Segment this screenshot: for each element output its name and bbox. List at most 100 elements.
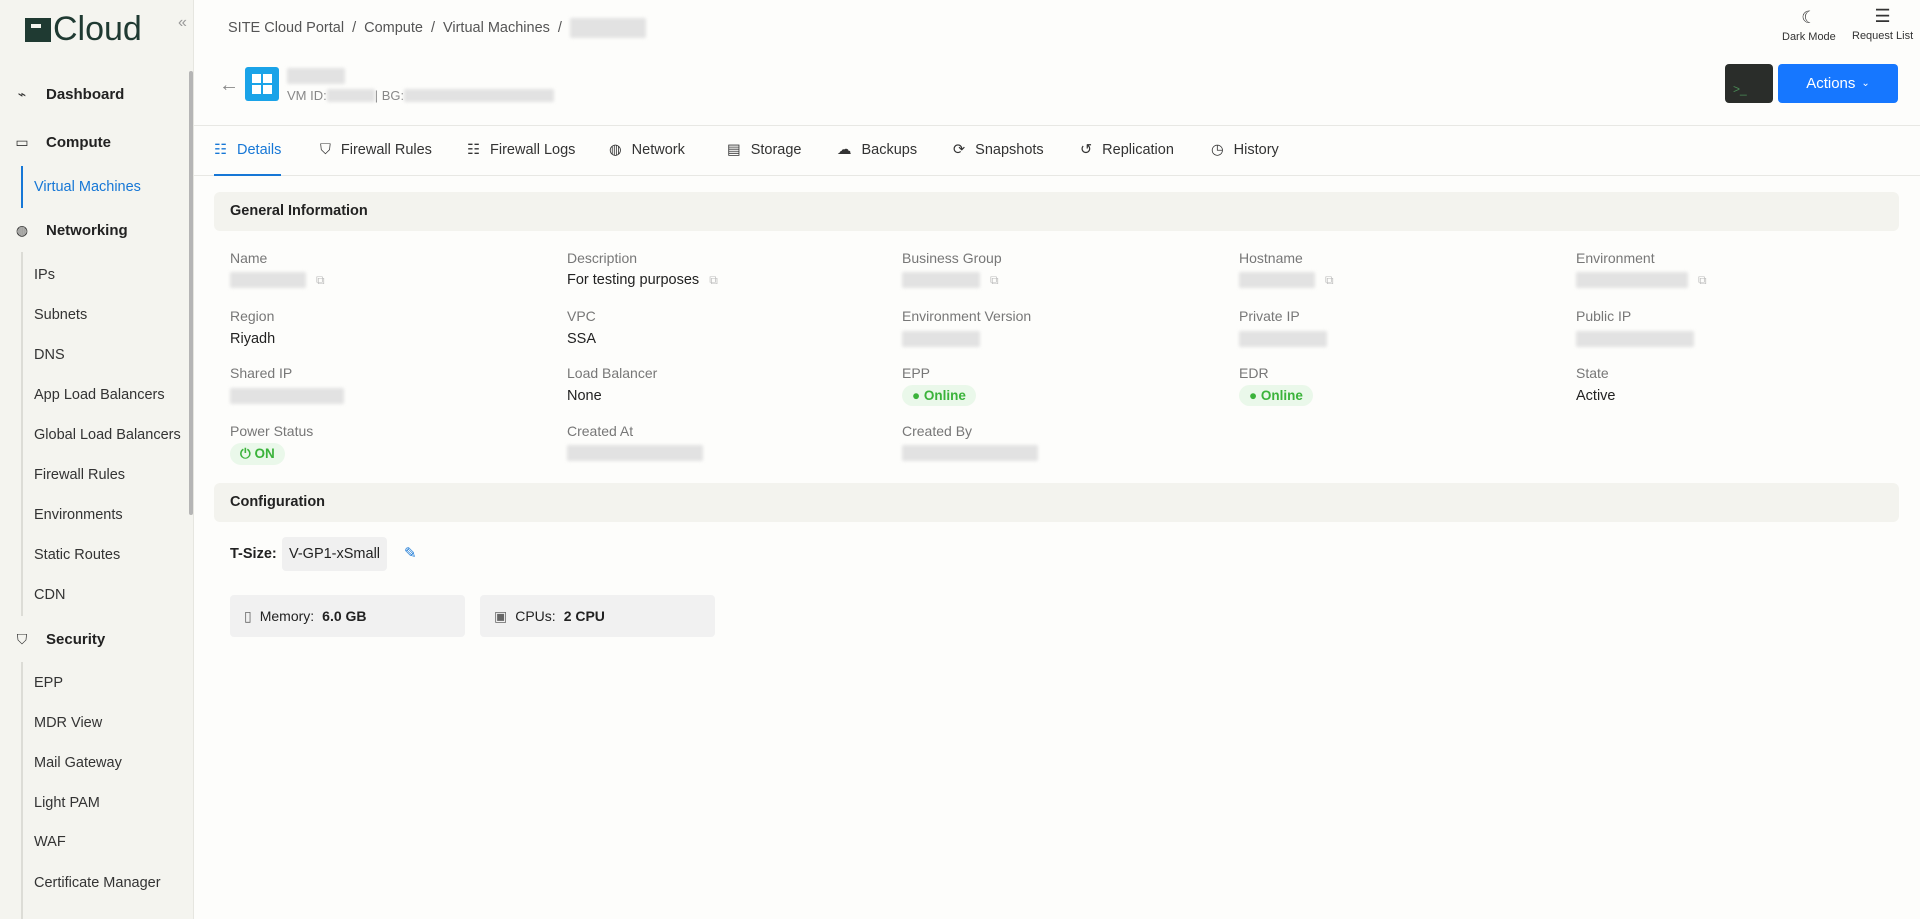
- sidebar-item-light-pam[interactable]: Light PAM: [34, 795, 100, 811]
- sidebar-item-waf[interactable]: WAF: [34, 834, 66, 850]
- value-business-group: ⧉: [902, 272, 999, 288]
- copy-icon[interactable]: ⧉: [709, 273, 718, 288]
- refresh-icon: ⟳: [953, 142, 966, 158]
- database-icon: ▤: [727, 142, 741, 158]
- sidebar-item-environments[interactable]: Environments: [34, 507, 123, 523]
- tab-firewall-rules[interactable]: ⛉ Firewall Rules: [320, 142, 432, 158]
- value-created-by: [902, 445, 1038, 461]
- moon-icon: ☾: [1801, 8, 1817, 27]
- value-state: Active: [1576, 388, 1616, 404]
- value-private-ip: [1239, 331, 1327, 347]
- sidebar-item-static-routes[interactable]: Static Routes: [34, 547, 120, 563]
- breadcrumb: SITE Cloud Portal / Compute / Virtual Mach…: [228, 18, 646, 38]
- status-badge: ● Online: [902, 385, 976, 406]
- sidebar-item-app-load-balancers[interactable]: App Load Balancers: [34, 387, 165, 403]
- label-public-ip: Public IP: [1576, 308, 1632, 324]
- value-description: For testing purposes ⧉: [567, 272, 718, 288]
- value-region: Riyadh: [230, 331, 276, 347]
- label-environment: Environment: [1576, 250, 1655, 266]
- active-indicator: [21, 166, 23, 208]
- vm-meta: VM ID: | BG:: [287, 88, 555, 103]
- label-created-at: Created At: [567, 423, 634, 439]
- request-list-button[interactable]: ☰ Request List: [1852, 6, 1913, 42]
- chart-line-icon: ⌁: [17, 86, 27, 102]
- sidebar-item-ips[interactable]: IPs: [34, 267, 55, 283]
- value-environment: ⧉: [1576, 272, 1707, 288]
- sidebar-item-cdn[interactable]: CDN: [34, 587, 65, 603]
- tab-storage[interactable]: ▤ Storage: [727, 142, 802, 158]
- edit-icon[interactable]: ✎: [404, 544, 417, 562]
- label-business-group: Business Group: [902, 250, 1002, 266]
- label-load-balancer: Load Balancer: [567, 365, 658, 381]
- copy-icon[interactable]: ⧉: [1698, 273, 1707, 288]
- label-region: Region: [230, 308, 275, 324]
- sidebar-item-global-load-balancers[interactable]: Global Load Balancers: [34, 427, 181, 443]
- tab-backups[interactable]: ☁ Backups: [837, 142, 917, 158]
- tab-network[interactable]: ◍ Network: [609, 142, 685, 158]
- label-hostname: Hostname: [1239, 250, 1303, 266]
- windows-icon: [245, 67, 279, 101]
- back-arrow-icon[interactable]: ←: [219, 74, 239, 97]
- sidebar-item-compute[interactable]: ▭ Compute: [14, 134, 111, 151]
- sidebar-scrollbar[interactable]: [189, 71, 193, 515]
- power-badge: ⏻ ON: [230, 443, 285, 465]
- copy-icon[interactable]: ⧉: [990, 273, 999, 288]
- sidebar-item-mail-gateway[interactable]: Mail Gateway: [34, 755, 122, 771]
- copy-icon[interactable]: ⧉: [1325, 273, 1334, 288]
- sidebar-item-mdr-view[interactable]: MDR View: [34, 715, 102, 731]
- breadcrumb-compute[interactable]: Compute: [364, 20, 423, 36]
- logo-mark-icon: [25, 17, 51, 42]
- shield-icon: ⛉: [16, 631, 28, 647]
- value-hostname: ⧉: [1239, 272, 1334, 288]
- sidebar-item-dns[interactable]: DNS: [34, 347, 65, 363]
- actions-button[interactable]: Actions ⌄: [1778, 64, 1898, 103]
- power-icon: ⏻: [240, 446, 251, 461]
- breadcrumb-vms[interactable]: Virtual Machines: [443, 20, 550, 36]
- value-shared-ip: [230, 388, 344, 404]
- tab-history[interactable]: ◷ History: [1211, 142, 1279, 158]
- vm-bg: [404, 89, 555, 102]
- monitor-icon: ▭: [15, 134, 29, 150]
- value-public-ip: [1576, 331, 1694, 347]
- divider: [194, 125, 1920, 126]
- tsize-value: V-GP1-xSmall: [282, 537, 387, 571]
- collapse-sidebar-icon[interactable]: «: [178, 14, 187, 32]
- value-edr: ● Online: [1239, 385, 1313, 406]
- globe-icon: ◍: [15, 222, 29, 238]
- list-icon: ☰: [1874, 6, 1891, 26]
- tab-snapshots[interactable]: ⟳ Snapshots: [953, 142, 1044, 158]
- memory-icon: ▯: [244, 607, 252, 624]
- chevron-down-icon: ⌄: [1861, 78, 1870, 89]
- breadcrumb-portal[interactable]: SITE Cloud Portal: [228, 20, 344, 36]
- copy-icon[interactable]: ⧉: [316, 273, 325, 288]
- value-environment-version: [902, 331, 980, 347]
- value-power-status: ⏻ ON: [230, 443, 285, 465]
- sidebar-item-firewall-rules[interactable]: Firewall Rules: [34, 467, 125, 483]
- console-button[interactable]: >_: [1725, 64, 1773, 103]
- label-power-status: Power Status: [230, 423, 314, 439]
- tabs-divider: [194, 175, 1920, 176]
- shield-check-icon: ⛉: [320, 142, 331, 158]
- tab-firewall-logs[interactable]: ☷ Firewall Logs: [467, 142, 575, 158]
- sidebar-item-dashboard[interactable]: ⌁ Dashboard: [14, 86, 125, 103]
- logo[interactable]: Cloud: [25, 10, 142, 49]
- label-shared-ip: Shared IP: [230, 365, 293, 381]
- tab-replication[interactable]: ↺ Replication: [1080, 142, 1174, 158]
- general-information-header: General Information: [214, 192, 1899, 231]
- configuration-header: Configuration: [214, 483, 1899, 522]
- sidebar-item-networking[interactable]: ◍ Networking: [14, 222, 128, 239]
- vm-id: [326, 89, 375, 102]
- vm-name: [287, 68, 345, 84]
- status-badge: ● Online: [1239, 385, 1313, 406]
- memory-card: ▯ Memory: 6.0 GB: [230, 595, 465, 637]
- sidebar-item-security[interactable]: ⛉ Security: [14, 631, 105, 648]
- sidebar-item-subnets[interactable]: Subnets: [34, 307, 87, 323]
- sidebar-item-certificate-manager[interactable]: Certificate Manager: [34, 875, 161, 891]
- sidebar-item-virtual-machines[interactable]: Virtual Machines: [34, 179, 141, 195]
- value-created-at: [567, 445, 703, 461]
- cpu-card: ▣ CPUs: 2 CPU: [480, 595, 715, 637]
- breadcrumb-vm-name: [569, 18, 646, 38]
- tab-details[interactable]: ☷ Details: [214, 142, 281, 158]
- sidebar-item-epp[interactable]: EPP: [34, 675, 63, 691]
- dark-mode-button[interactable]: ☾ Dark Mode: [1782, 8, 1836, 43]
